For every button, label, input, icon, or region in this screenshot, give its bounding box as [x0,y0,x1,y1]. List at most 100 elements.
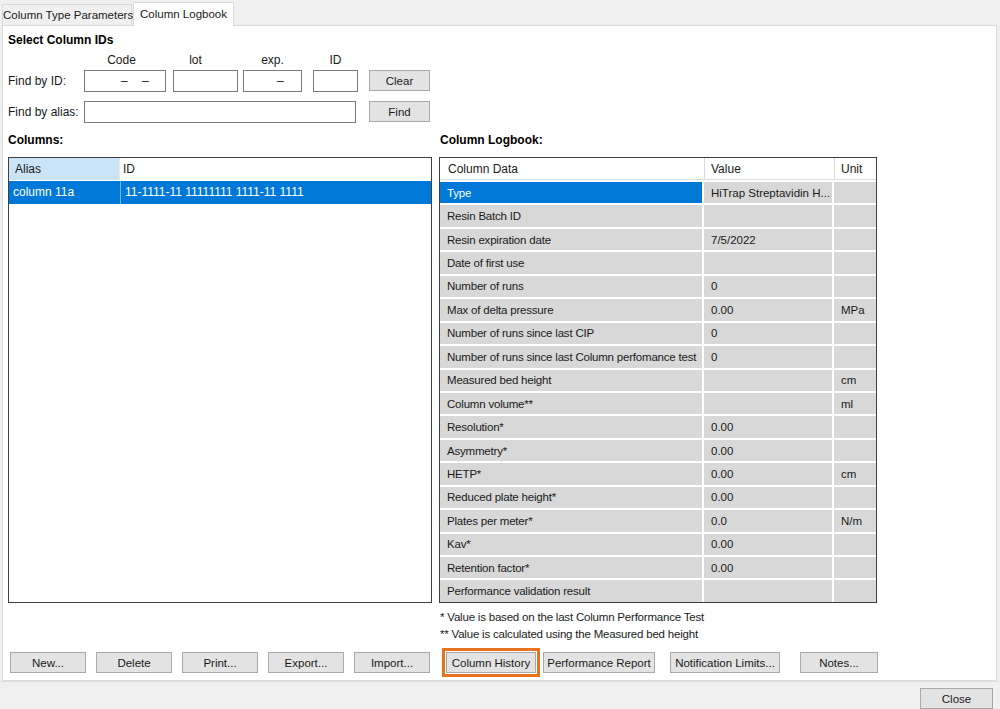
logbook-row[interactable]: Performance validation result [440,578,876,601]
column-history-button[interactable]: Column History [446,652,536,673]
logbook-cell-data[interactable]: Retention factor* [440,557,702,578]
find-button[interactable]: Find [369,101,430,122]
logbook-row[interactable]: Resin expiration date7/5/2022 [440,227,876,250]
logbook-cell-data[interactable]: Max of delta pressure [440,299,702,320]
logbook-cell-data[interactable]: Number of runs [440,276,702,297]
logbook-cell-data[interactable]: Plates per meter* [440,510,702,531]
logbook-row[interactable]: TypeHiTrap Streptavidin H... [440,180,876,203]
logbook-row[interactable]: Number of runs since last Column perfoma… [440,344,876,367]
delete-button[interactable]: Delete [96,652,172,673]
logbook-row[interactable]: Plates per meter*0.0N/m [440,508,876,531]
logbook-cell-data[interactable]: Kav* [440,534,702,555]
logbook-cell-data[interactable]: Resin Batch ID [440,205,702,226]
logbook-cell-data[interactable]: Type [440,182,702,203]
logbook-cell-value[interactable]: 7/5/2022 [704,229,832,250]
logbook-cell-value[interactable]: 0.00 [704,557,832,578]
logbook-cell-data[interactable]: Reduced plate height* [440,487,702,508]
logbook-cell-data[interactable]: Measured bed height [440,370,702,391]
logbook-cell-data[interactable]: Resin expiration date [440,229,702,250]
logbook-cell-unit[interactable] [834,534,876,555]
logbook-cell-value[interactable]: 0 [704,276,832,297]
logbook-row[interactable]: Reduced plate height*0.00 [440,485,876,508]
footnote-bed-height: ** Value is calculated using the Measure… [440,627,698,641]
logbook-cell-unit[interactable]: cm [834,370,876,391]
logbook-cell-data[interactable]: Performance validation result [440,580,702,601]
columns-list-row[interactable]: column 11a11-1111-11 11111111 1111-11 11… [9,181,431,204]
logbook-cell-value[interactable]: HiTrap Streptavidin H... [704,182,832,203]
logbook-cell-value[interactable]: 0.0 [704,510,832,531]
tab-column-type-parameters[interactable]: Column Type Parameters [2,4,132,25]
logbook-row[interactable]: Date of first use [440,250,876,273]
close-button[interactable]: Close [920,688,993,709]
id-column-header[interactable]: ID [123,158,135,180]
find-id-id-input[interactable] [313,70,358,92]
logbook-row[interactable]: Number of runs since last CIP0 [440,321,876,344]
logbook-cell-value[interactable]: 0.00 [704,440,832,461]
find-by-alias-input[interactable] [84,101,356,123]
unit-header: Unit [841,158,862,180]
notes-button[interactable]: Notes... [800,652,878,673]
columns-heading: Columns: [8,133,63,147]
logbook-row[interactable]: Resin Batch ID [440,203,876,226]
logbook-cell-unit[interactable] [834,229,876,250]
export-button[interactable]: Export... [268,652,344,673]
logbook-cell-value[interactable]: 0 [704,346,832,367]
clear-button[interactable]: Clear [369,70,430,91]
new-button[interactable]: New... [10,652,86,673]
logbook-cell-unit[interactable] [834,323,876,344]
logbook-cell-data[interactable]: Number of runs since last Column perfoma… [440,346,702,367]
logbook-cell-unit[interactable] [834,580,876,601]
logbook-cell-data[interactable]: Date of first use [440,252,702,273]
find-id-exp-input[interactable]: – [243,70,302,92]
tab-column-logbook[interactable]: Column Logbook [133,2,234,26]
logbook-cell-data[interactable]: Resolution* [440,416,702,437]
logbook-cell-unit[interactable]: cm [834,463,876,484]
find-id-lot-input[interactable] [173,70,238,92]
logbook-row[interactable]: Column volume** ml [440,391,876,414]
logbook-cell-unit[interactable] [834,252,876,273]
logbook-cell-value[interactable]: 0.00 [704,487,832,508]
logbook-cell-unit[interactable] [834,557,876,578]
logbook-row[interactable]: HETP*0.00cm [440,461,876,484]
import-button[interactable]: Import... [354,652,430,673]
logbook-cell-unit[interactable] [834,205,876,226]
logbook-cell-unit[interactable] [834,416,876,437]
logbook-cell-value[interactable]: 0.00 [704,463,832,484]
find-id-code-input[interactable]: – – [84,70,166,92]
logbook-cell-value[interactable] [704,205,832,226]
alias-column-header[interactable]: Alias [9,158,120,180]
logbook-row[interactable]: Kav*0.00 [440,532,876,555]
logbook-cell-value[interactable]: 0.00 [704,299,832,320]
column-data-header: Column Data [448,158,518,180]
logbook-cell-data[interactable]: Column volume** [440,393,702,414]
logbook-cell-value[interactable] [704,580,832,601]
logbook-cell-unit[interactable] [834,276,876,297]
logbook-cell-value[interactable]: 0.00 [704,534,832,555]
logbook-row[interactable]: Resolution*0.00 [440,414,876,437]
logbook-cell-unit[interactable]: ml [834,393,876,414]
logbook-cell-unit[interactable]: N/m [834,510,876,531]
logbook-row[interactable]: Max of delta pressure0.00MPa [440,297,876,320]
logbook-cell-unit[interactable] [834,346,876,367]
logbook-cell-unit[interactable] [834,440,876,461]
logbook-row[interactable]: Asymmetry*0.00 [440,438,876,461]
logbook-row[interactable]: Retention factor*0.00 [440,555,876,578]
logbook-cell-value[interactable]: 0 [704,323,832,344]
logbook-cell-value[interactable] [704,370,832,391]
logbook-cell-data[interactable]: Asymmetry* [440,440,702,461]
performance-report-button[interactable]: Performance Report [543,652,655,673]
notification-limits-button[interactable]: Notification Limits... [670,652,780,673]
logbook-row[interactable]: Number of runs0 [440,274,876,297]
logbook-cell-data[interactable]: Number of runs since last CIP [440,323,702,344]
logbook-cell-value[interactable] [704,252,832,273]
logbook-cell-unit[interactable]: MPa [834,299,876,320]
logbook-cell-value[interactable]: 0.00 [704,416,832,437]
logbook-cell-value[interactable] [704,393,832,414]
logbook-cell-unit[interactable] [834,182,876,203]
select-column-ids-heading: Select Column IDs [8,33,113,47]
columns-list-header: Alias ID [9,158,431,181]
logbook-cell-data[interactable]: HETP* [440,463,702,484]
logbook-cell-unit[interactable] [834,487,876,508]
logbook-row[interactable]: Measured bed height cm [440,368,876,391]
print-button[interactable]: Print... [182,652,258,673]
